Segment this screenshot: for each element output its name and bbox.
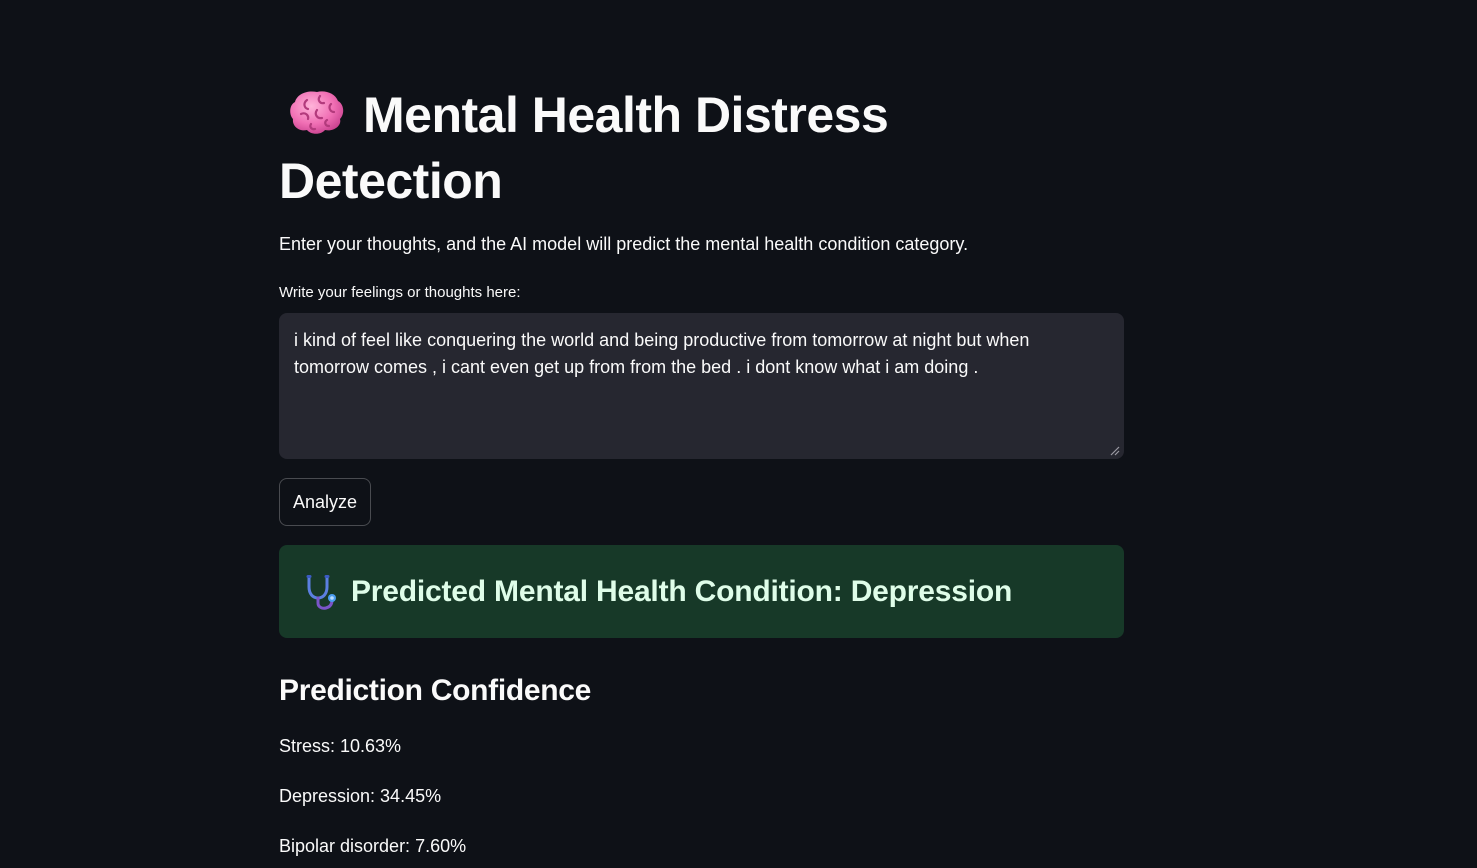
prediction-result-alert: Predicted Mental Health Condition: Depre…	[279, 545, 1124, 638]
confidence-item-bipolar: Bipolar disorder: 7.60%	[279, 836, 467, 856]
page-title: Mental Health Distress Detection	[279, 82, 939, 214]
analyze-button[interactable]: Analyze	[279, 478, 371, 526]
prediction-result-text: Predicted Mental Health Condition: Depre…	[351, 574, 1013, 608]
confidence-item-depression: Depression: 34.45%	[279, 786, 442, 806]
confidence-item-stress: Stress: 10.63%	[279, 736, 402, 756]
page-subtitle: Enter your thoughts, and the AI model wi…	[279, 234, 969, 254]
confidence-heading: Prediction Confidence	[279, 674, 592, 707]
title-text: Mental Health Distress Detection	[279, 87, 889, 209]
thoughts-input[interactable]: i kind of feel like conquering the world…	[279, 313, 1124, 459]
stethoscope-icon	[306, 574, 336, 610]
thoughts-input-label: Write your feelings or thoughts here:	[279, 284, 521, 301]
resize-handle-icon[interactable]	[1110, 446, 1120, 456]
brain-icon	[290, 91, 344, 134]
